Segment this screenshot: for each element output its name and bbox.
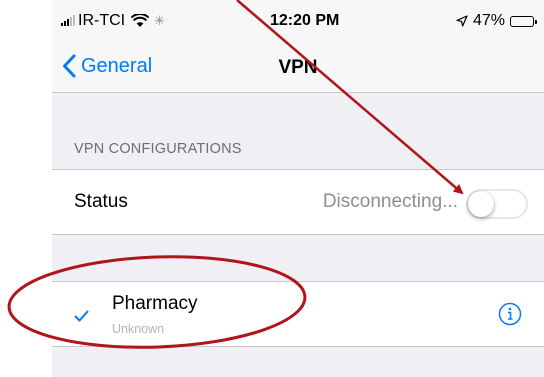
status-bar: IR-TCI ✳ 12:20 PM 47% [52,0,544,44]
settings-vpn-screen: IR-TCI ✳ 12:20 PM 47% General VPN VPN CO… [52,0,544,377]
info-icon[interactable] [498,302,522,326]
location-arrow-icon [456,15,468,27]
signal-icon [61,15,75,26]
section-header-vpn-configurations: VPN CONFIGURATIONS [74,141,242,157]
checkmark-icon [74,310,89,322]
clock: 12:20 PM [270,12,340,29]
vpn-toggle[interactable] [466,189,528,219]
status-value: Disconnecting... [322,191,458,212]
status-indicators: 47% [456,12,537,30]
vpn-config-row[interactable]: Pharmacy Unknown [52,281,544,347]
vpn-config-status: Unknown [112,322,165,336]
status-row: Status Disconnecting... [52,169,544,235]
screenshot: IR-TCI ✳ 12:20 PM 47% General VPN VPN CO… [0,0,544,377]
status-label: Status [74,191,128,212]
navigation-bar: General VPN [52,44,544,93]
carrier-group: IR-TCI ✳ [61,12,165,30]
wifi-icon [131,14,150,27]
battery-icon [510,15,537,27]
battery-percent: 47% [472,12,505,29]
page-title: VPN [278,57,318,78]
activity-spinner-icon: ✳ [154,13,166,28]
toggle-knob [468,191,494,217]
carrier-name: IR-TCI [78,12,126,29]
vpn-config-name: Pharmacy [112,293,198,314]
